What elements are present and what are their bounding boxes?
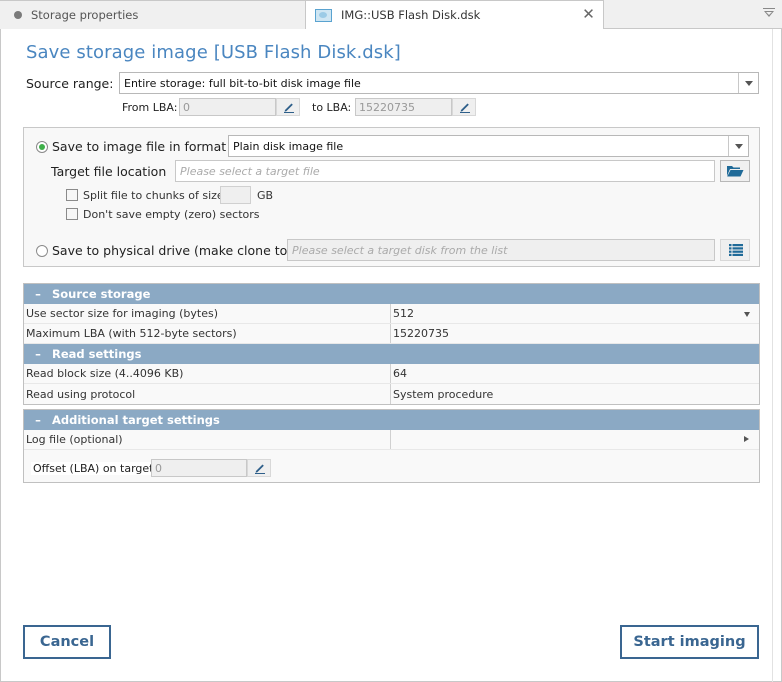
- start-imaging-button[interactable]: Start imaging: [620, 625, 759, 659]
- split-file-checkbox[interactable]: [66, 189, 78, 201]
- page-title: Save storage image [USB Flash Disk.dsk]: [26, 42, 401, 63]
- source-range-label: Source range:: [26, 76, 114, 91]
- split-file-label: Split file to chunks of size:: [83, 189, 228, 202]
- offset-label: Offset (LBA) on target:: [31, 462, 160, 475]
- folder-open-icon: [727, 166, 744, 177]
- grid-row-read-block-size[interactable]: Read block size (4..4096 KB) 64: [24, 364, 759, 384]
- tab-list-menu-icon[interactable]: [763, 7, 775, 19]
- dropdown-arrow-icon[interactable]: [738, 73, 758, 93]
- collapse-icon[interactable]: –: [24, 347, 52, 361]
- section-header-source-storage[interactable]: – Source storage: [24, 284, 759, 304]
- tab-label: IMG::USB Flash Disk.dsk: [341, 8, 481, 22]
- row-key: Read block size (4..4096 KB): [24, 364, 391, 383]
- section-title: Additional target settings: [52, 413, 220, 427]
- chunk-size-unit: GB: [257, 189, 274, 202]
- pencil-icon: [255, 464, 265, 474]
- settings-grid-main: – Source storage Use sector size for ima…: [23, 283, 760, 405]
- dropdown-arrow-icon[interactable]: [744, 312, 750, 317]
- row-key: Maximum LBA (with 512-byte sectors): [24, 324, 391, 343]
- source-range-select[interactable]: Entire storage: full bit-to-bit disk ima…: [119, 72, 759, 94]
- chunk-size-input[interactable]: [220, 186, 251, 204]
- grid-row-log-file[interactable]: Log file (optional): [24, 430, 759, 450]
- tab-storage-properties[interactable]: Storage properties: [0, 0, 306, 29]
- disk-image-icon: [315, 8, 332, 22]
- tab-label: Storage properties: [31, 8, 139, 22]
- log-file-value[interactable]: [391, 430, 759, 449]
- target-file-location-label: Target file location: [51, 164, 167, 179]
- save-to-image-label: Save to image file in format: [52, 139, 227, 154]
- tab-bar: Storage properties IMG::USB Flash Disk.d…: [0, 0, 782, 29]
- close-tab-icon[interactable]: ✕: [582, 7, 595, 22]
- from-lba-label: From LBA:: [122, 101, 178, 114]
- to-lba-label: to LBA:: [312, 101, 352, 114]
- image-format-select[interactable]: Plain disk image file: [228, 135, 749, 157]
- edit-offset-button[interactable]: [247, 459, 271, 477]
- image-format-value: Plain disk image file: [233, 139, 344, 153]
- right-edge: [772, 28, 773, 682]
- section-header-additional-target[interactable]: – Additional target settings: [24, 410, 759, 430]
- skip-empty-sectors-checkbox[interactable]: [66, 208, 78, 220]
- row-key: Use sector size for imaging (bytes): [24, 304, 391, 323]
- cancel-button[interactable]: Cancel: [23, 625, 111, 659]
- dropdown-arrow-icon[interactable]: [728, 136, 748, 156]
- offset-input[interactable]: 0: [151, 459, 247, 477]
- save-to-drive-radio[interactable]: [36, 245, 48, 257]
- row-value[interactable]: 15220735: [391, 324, 759, 343]
- grid-row-max-lba[interactable]: Maximum LBA (with 512-byte sectors) 1522…: [24, 324, 759, 344]
- grid-row-read-protocol[interactable]: Read using protocol System procedure: [24, 384, 759, 404]
- pencil-icon: [284, 103, 294, 113]
- collapse-icon[interactable]: –: [24, 413, 52, 427]
- save-to-drive-label: Save to physical drive (make clone to): [52, 243, 293, 258]
- list-icon: [729, 244, 743, 256]
- section-title: Source storage: [52, 287, 151, 301]
- save-to-image-radio[interactable]: [36, 141, 48, 153]
- skip-empty-sectors-label: Don't save empty (zero) sectors: [83, 208, 260, 221]
- from-lba-input[interactable]: 0: [179, 98, 276, 116]
- row-key: Read using protocol: [24, 384, 391, 404]
- sector-size-select[interactable]: 512: [391, 304, 759, 323]
- collapse-icon[interactable]: –: [24, 287, 52, 301]
- expand-arrow-icon[interactable]: [744, 436, 749, 442]
- grid-row-sector-size[interactable]: Use sector size for imaging (bytes) 512: [24, 304, 759, 324]
- source-range-value: Entire storage: full bit-to-bit disk ima…: [124, 76, 361, 90]
- select-disk-list-button[interactable]: [720, 239, 750, 261]
- section-title: Read settings: [52, 347, 142, 361]
- pencil-icon: [460, 103, 470, 113]
- row-value[interactable]: System procedure: [391, 384, 759, 404]
- row-value[interactable]: 64: [391, 364, 759, 383]
- browse-file-button[interactable]: [720, 160, 750, 182]
- target-file-input[interactable]: Please select a target file: [175, 160, 715, 182]
- edit-from-lba-button[interactable]: [276, 98, 300, 116]
- edit-to-lba-button[interactable]: [452, 98, 476, 116]
- section-header-read-settings[interactable]: – Read settings: [24, 344, 759, 364]
- tab-image-file[interactable]: IMG::USB Flash Disk.dsk ✕: [306, 0, 604, 29]
- row-key: Log file (optional): [24, 430, 391, 449]
- status-dot-icon: [14, 11, 22, 19]
- target-disk-input[interactable]: Please select a target disk from the lis…: [287, 239, 715, 261]
- row-value: 512: [393, 307, 414, 320]
- to-lba-input[interactable]: 15220735: [355, 98, 452, 116]
